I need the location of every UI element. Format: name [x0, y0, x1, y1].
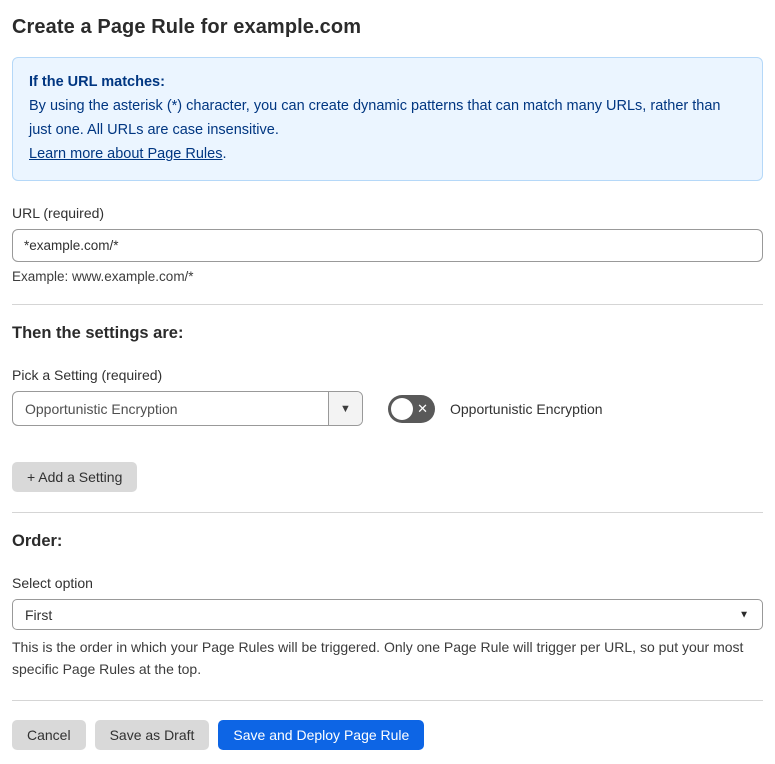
order-select-label: Select option — [12, 575, 93, 591]
toggle-off-x-icon: ✕ — [417, 400, 428, 416]
link-period: . — [222, 146, 227, 162]
order-section-heading: Order: — [12, 532, 63, 550]
opportunistic-encryption-toggle[interactable]: ✕ — [388, 394, 435, 423]
page-title: Create a Page Rule for example.com — [12, 16, 362, 38]
info-box-link-line: Learn more about Page Rules. — [29, 142, 746, 166]
save-and-deploy-button[interactable]: Save and Deploy Page Rule — [218, 720, 425, 750]
chevron-down-icon: ▼ — [739, 609, 749, 620]
order-select[interactable]: First ▼ — [12, 599, 763, 630]
url-matches-info-box: If the URL matches: By using the asteris… — [12, 57, 763, 181]
info-box-body: By using the asterisk (*) character, you… — [29, 98, 721, 138]
add-setting-button[interactable]: + Add a Setting — [12, 462, 138, 492]
save-as-draft-button[interactable]: Save as Draft — [94, 720, 210, 750]
divider — [12, 304, 763, 305]
setting-dropdown-value: Opportunistic Encryption — [25, 400, 178, 417]
footer-actions: Cancel Save as Draft Save and Deploy Pag… — [12, 720, 763, 750]
url-example-helper: Example: www.example.com/* — [12, 269, 194, 284]
setting-dropdown[interactable]: Opportunistic Encryption ▼ — [12, 391, 363, 426]
toggle-label: Opportunistic Encryption — [450, 400, 603, 417]
setting-dropdown-arrow-button[interactable]: ▼ — [328, 392, 362, 425]
learn-more-link[interactable]: Learn more about Page Rules — [29, 146, 222, 162]
pick-setting-label: Pick a Setting (required) — [12, 367, 163, 383]
divider — [12, 700, 763, 701]
info-box-heading: If the URL matches: — [29, 74, 165, 90]
url-input[interactable] — [12, 229, 763, 262]
url-field-label: URL (required) — [12, 205, 105, 221]
settings-section-heading: Then the settings are: — [12, 324, 184, 342]
order-helper-text: This is the order in which your Page Rul… — [12, 639, 744, 677]
setting-row: Opportunistic Encryption ▼ ✕ Opportunist… — [12, 391, 763, 426]
cancel-button[interactable]: Cancel — [12, 720, 86, 750]
toggle-knob — [391, 397, 413, 420]
order-select-value: First — [25, 606, 53, 623]
divider — [12, 512, 763, 513]
chevron-down-icon: ▼ — [340, 402, 351, 415]
setting-toggle-group: ✕ Opportunistic Encryption — [388, 394, 603, 423]
